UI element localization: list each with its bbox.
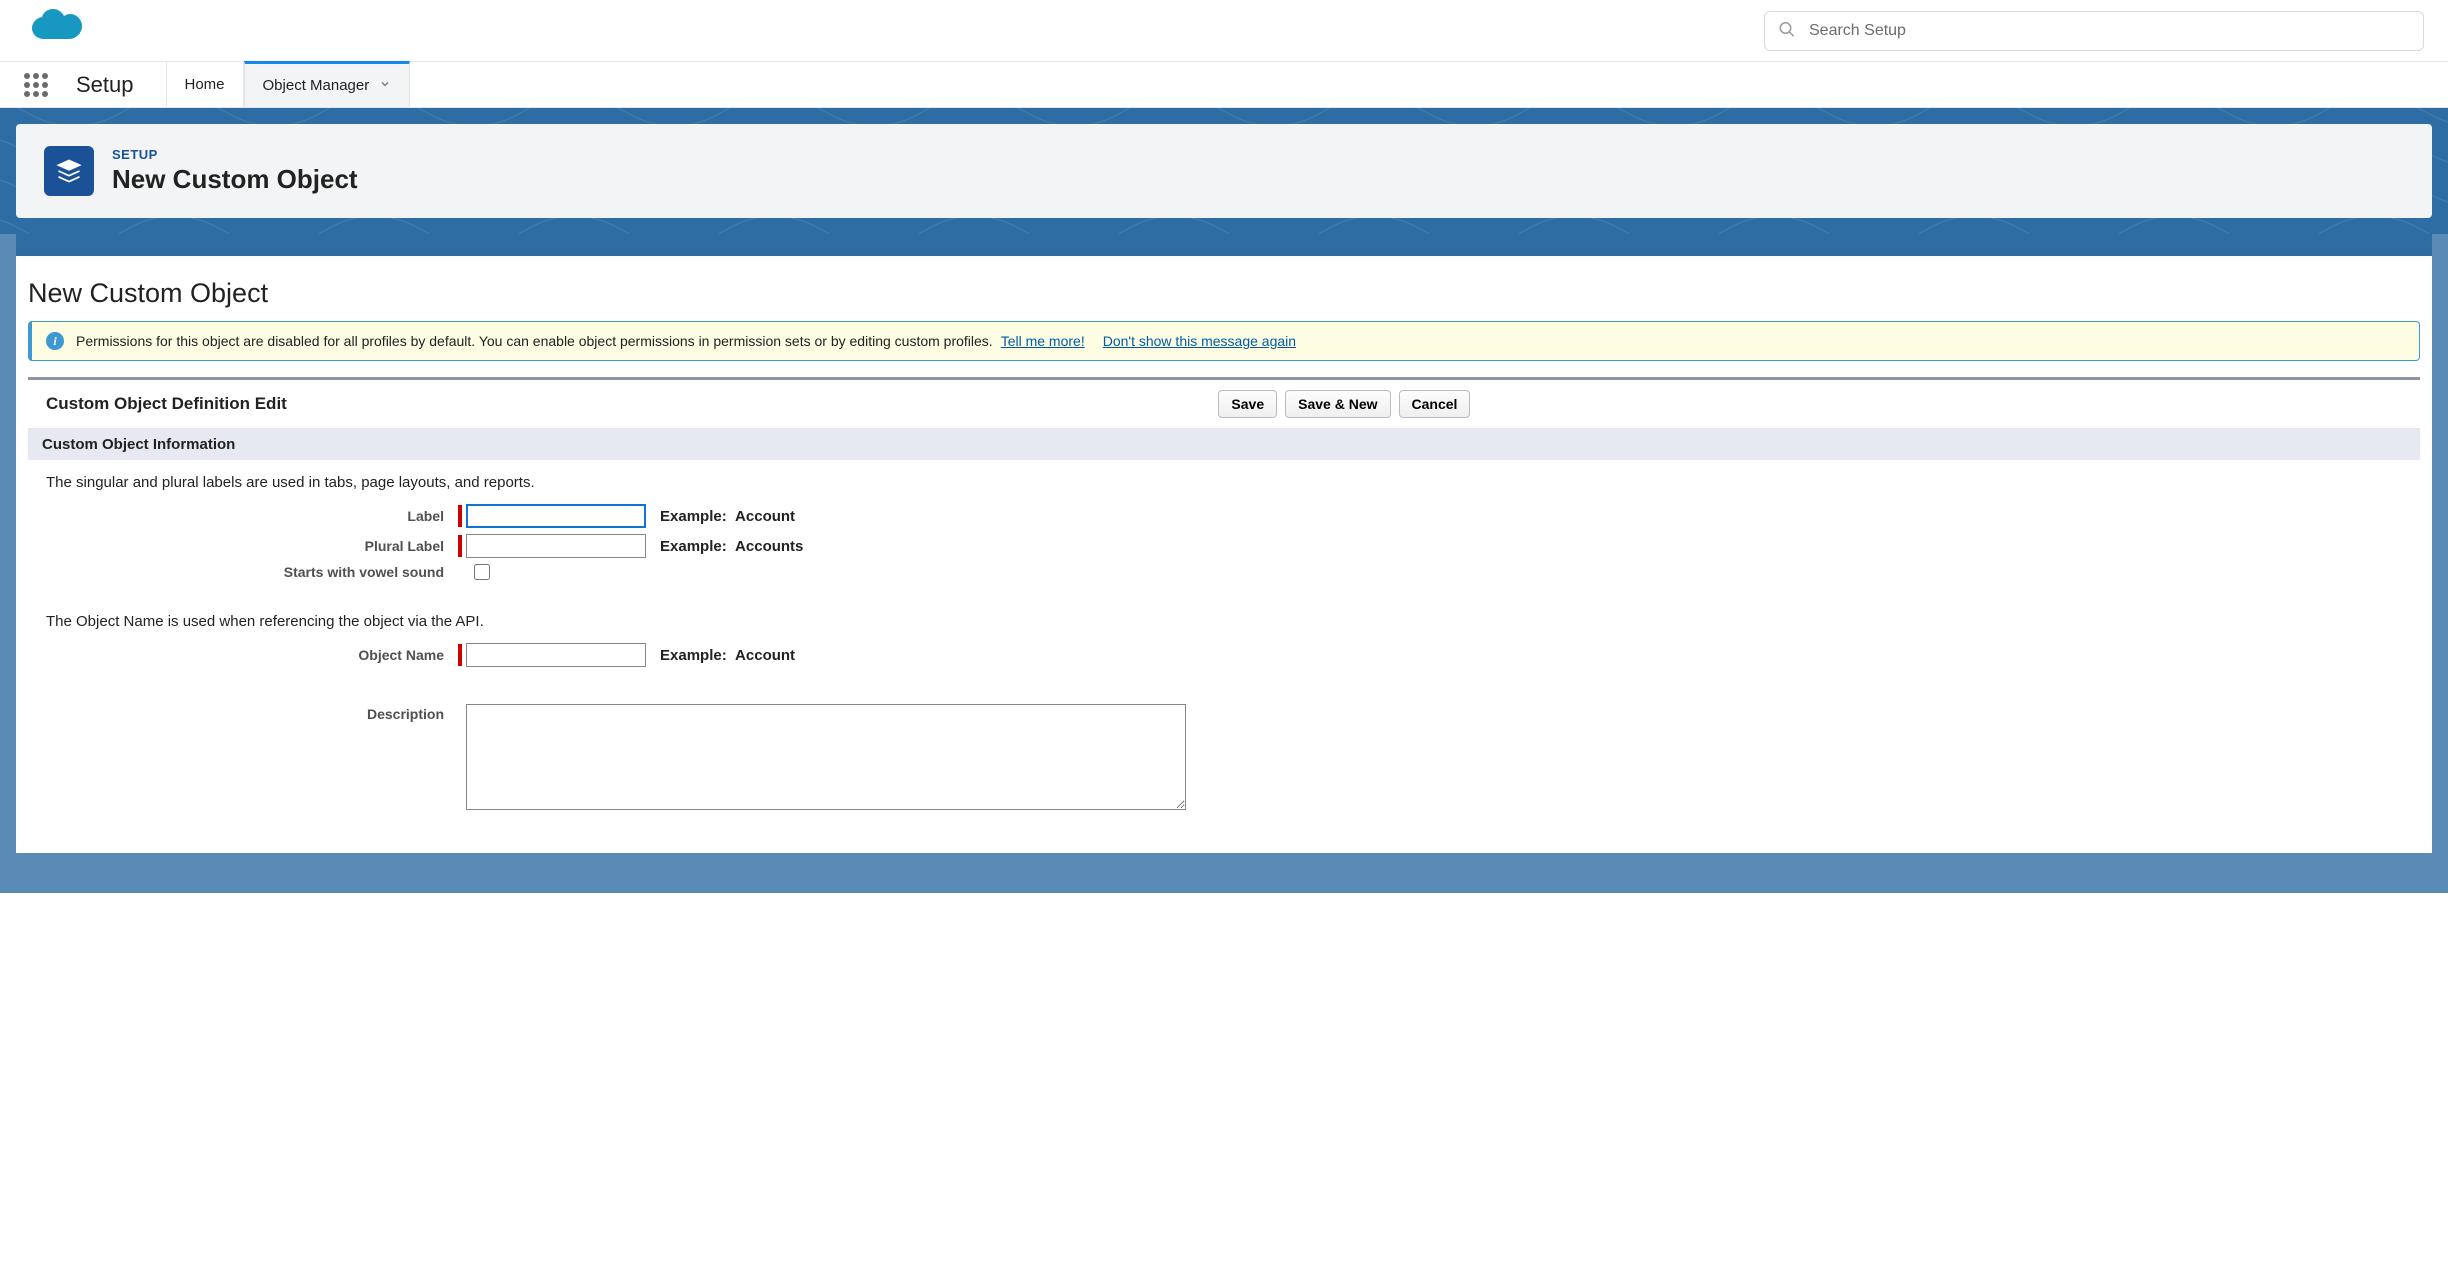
- page-header-card: SETUP New Custom Object: [16, 124, 2432, 218]
- tell-me-more-link[interactable]: Tell me more!: [1001, 333, 1085, 349]
- label-example: Example: Account: [660, 508, 795, 525]
- subsection-title: Custom Object Information: [28, 429, 2420, 460]
- edit-section-title: Custom Object Definition Edit: [46, 394, 287, 414]
- required-indicator: [458, 505, 462, 527]
- plural-label-label: Plural Label: [28, 538, 458, 554]
- plural-label-input[interactable]: [466, 534, 646, 558]
- info-banner: i Permissions for this object are disabl…: [28, 321, 2420, 361]
- info-banner-text: Permissions for this object are disabled…: [76, 333, 993, 349]
- required-indicator: [458, 535, 462, 557]
- save-button[interactable]: Save: [1218, 390, 1277, 418]
- salesforce-cloud-logo-icon: [24, 9, 88, 53]
- required-indicator: [458, 644, 462, 666]
- labels-help-text: The singular and plural labels are used …: [28, 460, 2420, 501]
- search-input[interactable]: [1764, 11, 2424, 51]
- vowel-label: Starts with vowel sound: [28, 564, 458, 580]
- action-buttons: Save Save & New Cancel: [1218, 390, 1470, 418]
- dont-show-again-link[interactable]: Don't show this message again: [1103, 333, 1296, 349]
- section-bar: Custom Object Definition Edit Save Save …: [28, 380, 2420, 429]
- info-icon: i: [46, 332, 64, 350]
- description-label: Description: [28, 704, 458, 722]
- global-header: [0, 0, 2448, 62]
- search-icon: [1778, 20, 1796, 41]
- page-header-band: SETUP New Custom Object: [0, 108, 2448, 234]
- panel-title: New Custom Object: [16, 278, 2432, 321]
- api-help-text: The Object Name is used when referencing…: [40, 583, 2408, 640]
- object-name-label: Object Name: [28, 647, 458, 663]
- row-plural-label: Plural Label Example: Accounts: [28, 531, 2420, 561]
- object-name-example: Example: Account: [660, 647, 795, 664]
- app-launcher-icon[interactable]: [24, 73, 48, 97]
- object-name-input[interactable]: [466, 643, 646, 667]
- row-vowel: Starts with vowel sound: [28, 561, 2420, 583]
- save-and-new-button[interactable]: Save & New: [1285, 390, 1390, 418]
- breadcrumb: SETUP: [112, 147, 358, 162]
- app-name: Setup: [76, 72, 134, 98]
- chevron-down-icon: [379, 77, 391, 94]
- label-input[interactable]: [466, 504, 646, 528]
- content-wrap: New Custom Object i Permissions for this…: [0, 234, 2448, 893]
- label-label: Label: [28, 508, 458, 524]
- plural-example: Example: Accounts: [660, 538, 803, 555]
- cancel-button[interactable]: Cancel: [1399, 390, 1471, 418]
- tab-object-manager-label: Object Manager: [263, 77, 370, 94]
- page-title: New Custom Object: [112, 164, 358, 195]
- white-panel: New Custom Object i Permissions for this…: [16, 256, 2432, 853]
- search-wrap: [1764, 11, 2424, 51]
- form-area: Label Example: Account Plural Label Exam…: [28, 501, 2420, 813]
- nav-row: Setup Home Object Manager: [0, 62, 2448, 108]
- vowel-checkbox[interactable]: [474, 564, 490, 580]
- tab-home[interactable]: Home: [166, 62, 244, 108]
- custom-object-icon: [44, 146, 94, 196]
- row-object-name: Object Name Example: Account: [28, 640, 2420, 670]
- row-label: Label Example: Account: [28, 501, 2420, 531]
- tab-object-manager[interactable]: Object Manager: [244, 61, 411, 107]
- description-textarea[interactable]: [466, 704, 1186, 810]
- row-description: Description: [28, 698, 2420, 813]
